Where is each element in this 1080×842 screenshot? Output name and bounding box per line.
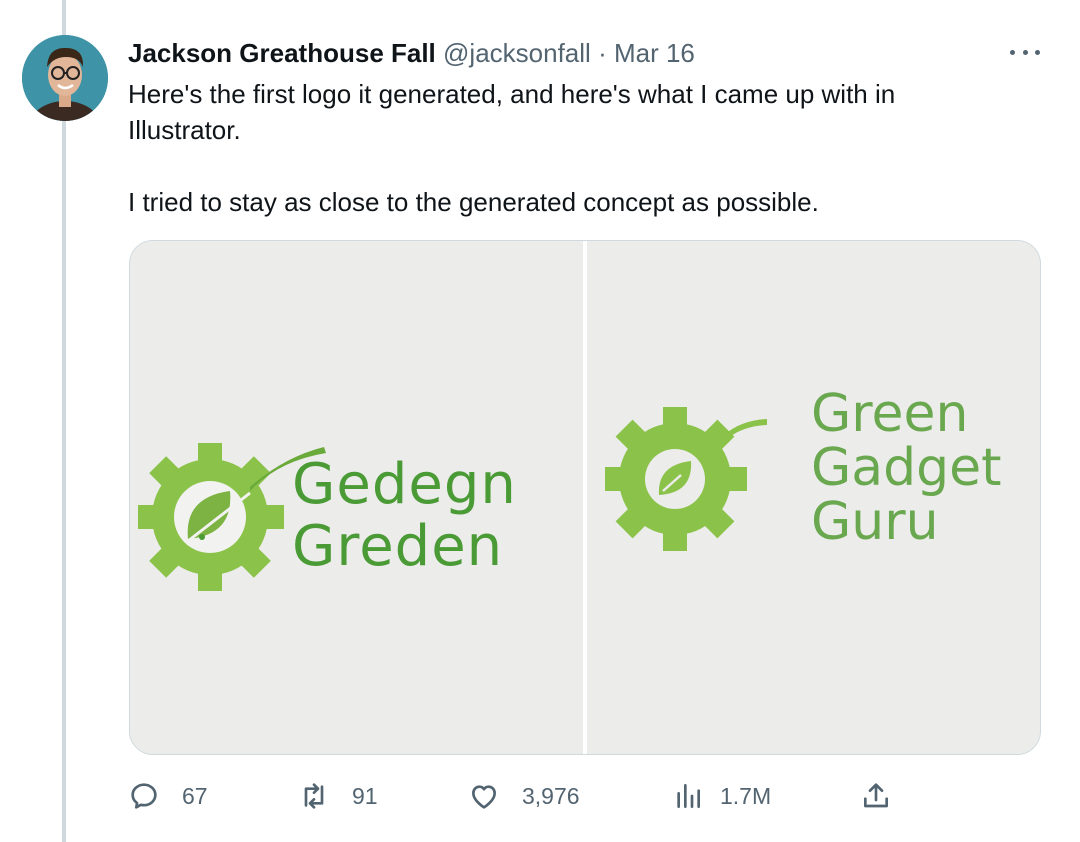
tweet-media[interactable]: Gedegn Greden Green Gadget Guru [129,240,1041,755]
like-button[interactable]: 3,976 [468,778,580,814]
tweet-text-paragraph-2: I tried to stay as close to the generate… [128,187,819,217]
retweet-button[interactable]: 91 [298,778,378,814]
like-count: 3,976 [522,782,580,809]
illustrator-logo-image[interactable]: Green Gadget Guru [587,241,1040,754]
separator-dot: · [598,38,607,68]
thread-line [62,0,66,842]
avatar[interactable] [22,35,108,121]
tweet-text-paragraph-1: Here's the first logo it generated, and … [128,79,896,145]
generated-logo-line-1: Gedegn [292,452,517,517]
reply-count: 67 [182,782,208,809]
reply-button[interactable]: 67 [128,778,208,814]
tweet-header: Jackson Greathouse Fall @jacksonfall · M… [128,36,1020,70]
retweet-count: 91 [352,782,378,809]
views-count: 1.7M [720,782,772,809]
tweet-actions: 67 91 3,976 1.7M [128,778,898,814]
illustrator-logo-line-1: Green [811,384,969,444]
tweet-text: Here's the first logo it generated, and … [128,76,1008,220]
tweet-date[interactable]: Mar 16 [614,38,695,68]
views-button[interactable]: 1.7M [672,778,771,814]
reply-icon [131,783,157,809]
more-icon[interactable] [1010,40,1040,64]
retweet-icon [304,783,324,809]
generated-logo-text: Gedegn Greden [292,454,517,578]
illustrator-logo-line-3: Guru [811,492,939,552]
generated-logo-image[interactable]: Gedegn Greden [130,241,583,754]
illustrator-logo-text: Green Gadget Guru [811,387,1002,549]
author-handle[interactable]: @jacksonfall [443,38,591,68]
generated-logo-line-2: Greden [292,514,504,579]
gear-leaf-logo-icon [605,407,767,551]
share-button[interactable] [860,778,892,814]
illustrator-logo-line-2: Gadget [811,438,1002,498]
share-icon [864,783,888,808]
views-icon [677,784,700,808]
heart-icon [472,785,496,809]
author-name[interactable]: Jackson Greathouse Fall [128,38,436,68]
